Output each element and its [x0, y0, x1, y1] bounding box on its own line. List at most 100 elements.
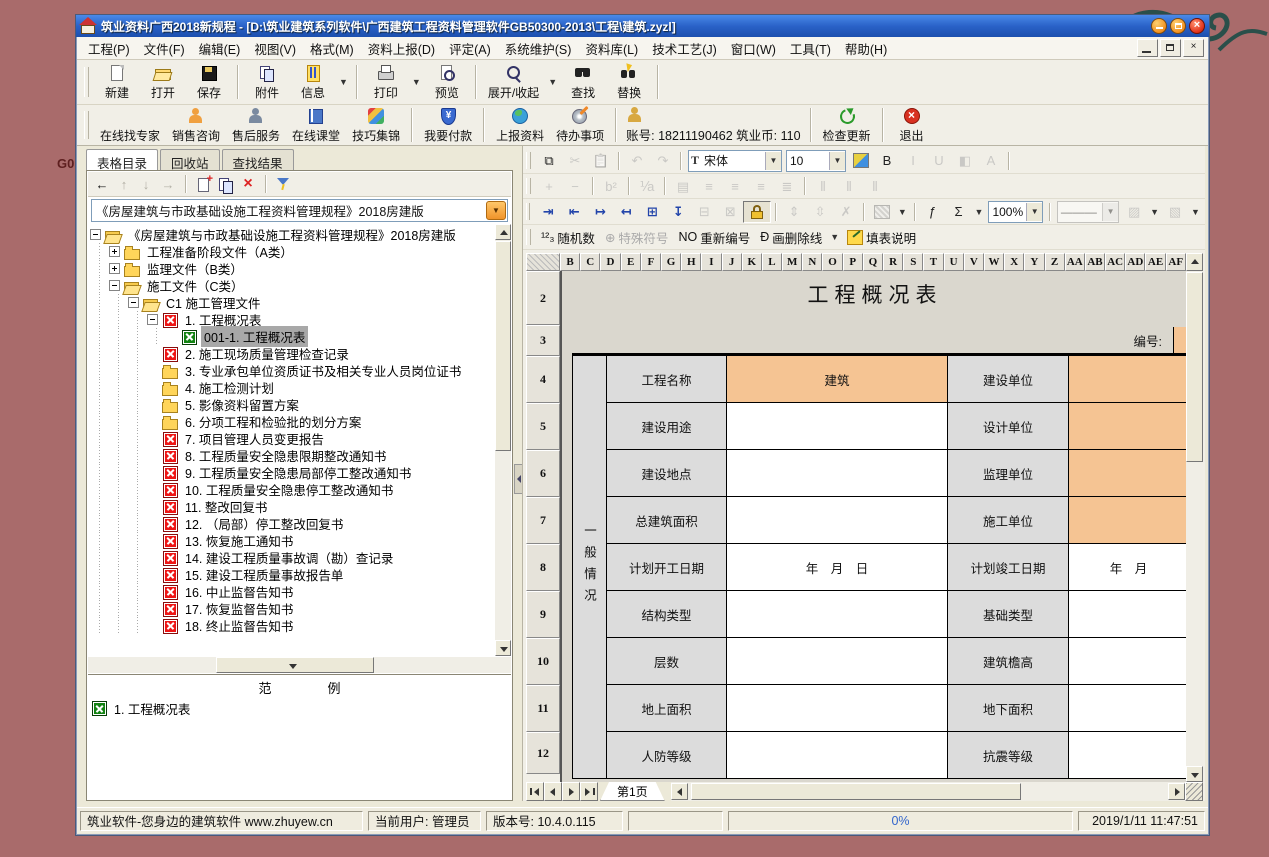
close-button[interactable]: × [1189, 18, 1205, 34]
font-name-dropdown-button[interactable]: ▼ [765, 152, 781, 170]
split-cell-button[interactable]: ↤ [613, 202, 639, 222]
insert-cell-right-button[interactable]: ↦ [587, 202, 613, 222]
tab-查找结果[interactable]: 查找结果 [222, 149, 294, 171]
collapse-icon[interactable] [147, 314, 158, 325]
nav-up-button[interactable]: ↑ [114, 174, 134, 194]
border-style-dropdown-arrow[interactable]: ▼ [1147, 207, 1162, 217]
value-cell[interactable] [727, 403, 948, 450]
sum-dropdown-arrow[interactable]: ▼ [972, 207, 987, 217]
value-cell[interactable] [1069, 591, 1188, 638]
scroll-up-button[interactable] [1186, 253, 1203, 271]
value-cell[interactable] [1069, 732, 1188, 779]
value-cell[interactable] [1069, 403, 1188, 450]
minimize-button[interactable] [1151, 18, 1167, 34]
row-header-9[interactable]: 9 [526, 591, 560, 638]
column-header-D[interactable]: D [600, 253, 620, 271]
label-cell[interactable]: 抗震等级 [948, 732, 1069, 779]
collapse-icon[interactable] [109, 280, 120, 291]
tree-item[interactable]: C1 施工管理文件 [90, 294, 494, 311]
tree-item[interactable]: 18. 终止监督告知书 [90, 617, 494, 634]
first-page-button[interactable] [526, 782, 544, 801]
column-header-M[interactable]: M [782, 253, 802, 271]
column-header-AD[interactable]: AD [1125, 253, 1145, 271]
column-header-AA[interactable]: AA [1065, 253, 1085, 271]
menu-item-12[interactable]: 帮助(H) [838, 36, 894, 61]
replace-button[interactable]: 替换 [606, 62, 652, 103]
row-header-4[interactable]: 4 [526, 356, 560, 403]
new-button[interactable]: 新建 [94, 62, 140, 103]
print-dropdown-arrow[interactable]: ▼ [409, 77, 424, 87]
strikethrough-dropdown-arrow[interactable]: ▼ [827, 232, 842, 242]
column-header-H[interactable]: H [681, 253, 701, 271]
column-header-O[interactable]: O [822, 253, 842, 271]
menu-item-3[interactable]: 视图(V) [247, 36, 303, 61]
value-cell[interactable] [727, 638, 948, 685]
toolbar-grip[interactable] [526, 152, 531, 170]
column-header-V[interactable]: V [964, 253, 984, 271]
font-size-combo[interactable]: 10▼ [786, 150, 846, 172]
nav-forward-button[interactable]: → [158, 174, 178, 194]
exit-button[interactable]: 退出 [889, 105, 935, 146]
after-sales-button[interactable]: 售后服务 [226, 105, 286, 146]
combo-dropdown-button[interactable]: ▼ [486, 201, 506, 220]
label-cell[interactable]: 建设用途 [607, 403, 727, 450]
column-header-F[interactable]: F [641, 253, 661, 271]
maximize-button[interactable] [1170, 18, 1186, 34]
row-header-5[interactable]: 5 [526, 403, 560, 450]
open-button[interactable]: 打开 [140, 62, 186, 103]
collapse-icon[interactable] [128, 297, 139, 308]
menu-item-8[interactable]: 资料库(L) [578, 36, 645, 61]
select-all-corner[interactable] [526, 253, 560, 271]
title-bar[interactable]: 筑业资料广西2018新规程 - [D:\筑业建筑系列软件\广西建筑工程资料管理软… [76, 15, 1209, 37]
lock-button[interactable] [743, 201, 771, 223]
label-cell[interactable]: 建设地点 [607, 450, 727, 497]
value-cell[interactable] [727, 685, 948, 732]
merge-cell-button[interactable]: ⊞ [639, 202, 665, 222]
child-close-button[interactable]: × [1183, 39, 1204, 57]
sales-consult-button[interactable]: 销售咨询 [166, 105, 226, 146]
row-header-8[interactable]: 8 [526, 544, 560, 591]
menu-item-1[interactable]: 文件(F) [137, 36, 192, 61]
menu-item-10[interactable]: 窗口(W) [724, 36, 783, 61]
insert-cell-left-button[interactable]: ⇥ [535, 202, 561, 222]
toolbar-grip[interactable] [84, 67, 89, 98]
row-header-2[interactable]: 2 [526, 271, 560, 325]
sheet-tab[interactable]: 第1页 [600, 782, 665, 801]
preview-button[interactable]: 预览 [424, 62, 470, 103]
label-cell[interactable]: 建筑檐高 [948, 638, 1069, 685]
label-cell[interactable]: 总建筑面积 [607, 497, 727, 544]
nav-down-button[interactable]: ↓ [136, 174, 156, 194]
tree-horizontal-scrollbar[interactable] [88, 657, 511, 673]
column-header-S[interactable]: S [903, 253, 923, 271]
tree-item[interactable]: 3. 专业承包单位资质证书及相关专业人员岗位证书 [90, 362, 494, 379]
menu-item-4[interactable]: 格式(M) [303, 36, 361, 61]
tab-表格目录[interactable]: 表格目录 [86, 149, 158, 171]
column-header-I[interactable]: I [701, 253, 721, 271]
label-cell[interactable]: 建设单位 [948, 356, 1069, 403]
scroll-right-button[interactable] [1168, 783, 1185, 800]
last-page-button[interactable] [580, 782, 598, 801]
side-header-cell[interactable]: 一般情况 [572, 356, 607, 779]
label-cell[interactable]: 地下面积 [948, 685, 1069, 732]
column-header-Z[interactable]: Z [1045, 253, 1065, 271]
value-cell[interactable] [727, 497, 948, 544]
line-style-dropdown-button[interactable]: ▼ [1102, 203, 1118, 221]
scrollbar-thumb[interactable] [1186, 272, 1203, 462]
column-header-C[interactable]: C [580, 253, 600, 271]
insert-row-button[interactable]: ↧ [665, 202, 691, 222]
label-cell[interactable]: 工程名称 [607, 356, 727, 403]
scroll-up-button[interactable] [495, 224, 511, 240]
row-header-10[interactable]: 10 [526, 638, 560, 685]
value-cell[interactable]: 年 月 日 [727, 544, 948, 591]
font-name-combo[interactable]: T宋体▼ [688, 150, 782, 172]
column-header-N[interactable]: N [802, 253, 822, 271]
online-expert-button[interactable]: 在线找专家 [94, 105, 166, 146]
menu-item-6[interactable]: 评定(A) [442, 36, 498, 61]
label-cell[interactable]: 基础类型 [948, 591, 1069, 638]
value-cell[interactable] [1069, 685, 1188, 732]
example-item[interactable]: 1. 工程概况表 [88, 699, 511, 717]
regulation-combo[interactable]: 《房屋建筑与市政基础设施工程资料管理规程》2018房建版 ▼ [91, 199, 508, 222]
function-button[interactable]: ƒ [920, 202, 946, 222]
column-header-Y[interactable]: Y [1024, 253, 1044, 271]
todo-items-button[interactable]: 待办事项 [550, 105, 610, 146]
